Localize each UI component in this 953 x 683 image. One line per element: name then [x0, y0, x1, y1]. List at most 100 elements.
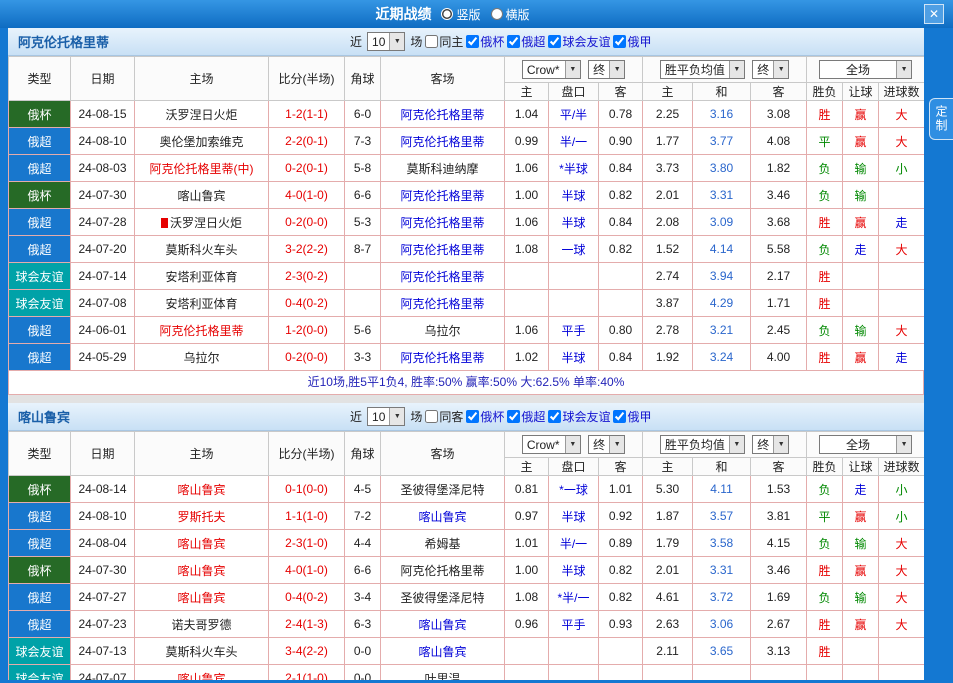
- home-team[interactable]: 喀山鲁宾: [135, 530, 269, 557]
- match-score[interactable]: 4-0(1-0): [269, 557, 345, 584]
- avg-final-select[interactable]: 终▼: [752, 435, 789, 454]
- vertical-radio[interactable]: [441, 8, 453, 20]
- result-goals: 大: [879, 611, 924, 638]
- layout-horizontal-option[interactable]: 横版: [491, 6, 530, 23]
- home-team[interactable]: 莫斯科火车头: [135, 638, 269, 665]
- avg-win-odds: 1.52: [643, 236, 693, 263]
- away-team[interactable]: 圣彼得堡泽尼特: [381, 476, 505, 503]
- layout-vertical-option[interactable]: 竖版: [441, 6, 480, 23]
- home-team[interactable]: 沃罗涅日火炬: [135, 209, 269, 236]
- match-score[interactable]: 4-0(1-0): [269, 182, 345, 209]
- away-team[interactable]: 圣彼得堡泽尼特: [381, 584, 505, 611]
- home-team[interactable]: 喀山鲁宾: [135, 557, 269, 584]
- home-team[interactable]: 喀山鲁宾: [135, 665, 269, 681]
- away-team[interactable]: 阿克伦托格里蒂: [381, 101, 505, 128]
- match-score[interactable]: 2-3(1-0): [269, 530, 345, 557]
- result-handicap: 赢: [843, 209, 879, 236]
- league-cup-checkbox[interactable]: [466, 35, 479, 48]
- match-score[interactable]: 1-1(1-0): [269, 503, 345, 530]
- home-team[interactable]: 喀山鲁宾: [135, 476, 269, 503]
- match-score[interactable]: 0-2(0-0): [269, 344, 345, 371]
- league-filter-super[interactable]: 俄超: [507, 408, 545, 425]
- recent-count-select[interactable]: 10▼: [367, 407, 405, 426]
- match-score[interactable]: 0-1(0-0): [269, 476, 345, 503]
- league-filter-friendly[interactable]: 球会友谊: [548, 408, 610, 425]
- odds-final-select[interactable]: 终▼: [588, 60, 625, 79]
- away-team[interactable]: 阿克伦托格里蒂: [381, 209, 505, 236]
- away-team[interactable]: 莫斯科迪纳摩: [381, 155, 505, 182]
- away-team[interactable]: 乌拉尔: [381, 317, 505, 344]
- league-super-checkbox[interactable]: [507, 35, 520, 48]
- handicap-line: 平/半: [549, 101, 599, 128]
- same-venue-checkbox[interactable]: [425, 35, 438, 48]
- home-team[interactable]: 莫斯科火车头: [135, 236, 269, 263]
- home-team[interactable]: 乌拉尔: [135, 344, 269, 371]
- home-team[interactable]: 阿克伦托格里蒂: [135, 317, 269, 344]
- home-team[interactable]: 诺夫哥罗德: [135, 611, 269, 638]
- odds-final-select[interactable]: 终▼: [588, 435, 625, 454]
- match-score[interactable]: 3-4(2-2): [269, 638, 345, 665]
- away-team[interactable]: 阿克伦托格里蒂: [381, 344, 505, 371]
- home-team[interactable]: 罗斯托夫: [135, 503, 269, 530]
- away-team[interactable]: 喀山鲁宾: [381, 503, 505, 530]
- away-team[interactable]: 阿克伦托格里蒂: [381, 182, 505, 209]
- away-team[interactable]: 喀山鲁宾: [381, 638, 505, 665]
- league-filter-friendly[interactable]: 球会友谊: [548, 33, 610, 50]
- match-score[interactable]: 1-2(0-0): [269, 317, 345, 344]
- home-team[interactable]: 奥伦堡加索维克: [135, 128, 269, 155]
- away-team[interactable]: 阿克伦托格里蒂: [381, 128, 505, 155]
- odds-home: 1.08: [505, 584, 549, 611]
- recent-count-select[interactable]: 10▼: [367, 32, 405, 51]
- away-team[interactable]: 阿克伦托格里蒂: [381, 263, 505, 290]
- same-venue-checkbox[interactable]: [425, 410, 438, 423]
- league-super-checkbox[interactable]: [507, 410, 520, 423]
- match-score[interactable]: 2-3(0-2): [269, 263, 345, 290]
- match-score[interactable]: 2-4(1-3): [269, 611, 345, 638]
- league-friendly-checkbox[interactable]: [548, 410, 561, 423]
- match-score[interactable]: 0-4(0-2): [269, 290, 345, 317]
- league-filter-first[interactable]: 俄甲: [613, 33, 651, 50]
- scope-select[interactable]: 全场▼: [819, 60, 912, 79]
- corner-score: 7-2: [345, 503, 381, 530]
- home-team[interactable]: 沃罗涅日火炬: [135, 101, 269, 128]
- match-score[interactable]: 0-4(0-2): [269, 584, 345, 611]
- avg-final-select[interactable]: 终▼: [752, 60, 789, 79]
- avg-draw-odds: 3.94: [693, 263, 751, 290]
- away-team[interactable]: 喀山鲁宾: [381, 611, 505, 638]
- match-score[interactable]: 1-2(1-1): [269, 101, 345, 128]
- home-team[interactable]: 喀山鲁宾: [135, 584, 269, 611]
- same-venue-option[interactable]: 同客: [425, 408, 463, 425]
- bookmaker-select[interactable]: Crow*▼: [522, 60, 581, 79]
- bookmaker-select[interactable]: Crow*▼: [522, 435, 581, 454]
- league-cup-checkbox[interactable]: [466, 410, 479, 423]
- league-first-checkbox[interactable]: [613, 410, 626, 423]
- home-team[interactable]: 阿克伦托格里蒂(中): [135, 155, 269, 182]
- league-friendly-checkbox[interactable]: [548, 35, 561, 48]
- league-filter-first[interactable]: 俄甲: [613, 408, 651, 425]
- same-venue-option[interactable]: 同主: [425, 33, 463, 50]
- avg-odds-select[interactable]: 胜平负均值▼: [660, 60, 745, 79]
- close-button[interactable]: ✕: [924, 4, 944, 24]
- avg-odds-select[interactable]: 胜平负均值▼: [660, 435, 745, 454]
- match-score[interactable]: 2-1(1-0): [269, 665, 345, 681]
- away-team[interactable]: 叶里温: [381, 665, 505, 681]
- match-score[interactable]: 2-2(0-1): [269, 128, 345, 155]
- result-handicap: [843, 290, 879, 317]
- match-score[interactable]: 0-2(0-0): [269, 209, 345, 236]
- away-team[interactable]: 阿克伦托格里蒂: [381, 236, 505, 263]
- horizontal-radio[interactable]: [491, 8, 503, 20]
- home-team[interactable]: 喀山鲁宾: [135, 182, 269, 209]
- home-team[interactable]: 安塔利亚体育: [135, 263, 269, 290]
- match-score[interactable]: 3-2(2-2): [269, 236, 345, 263]
- away-team[interactable]: 希姆基: [381, 530, 505, 557]
- league-first-checkbox[interactable]: [613, 35, 626, 48]
- league-filter-cup[interactable]: 俄杯: [466, 33, 504, 50]
- away-team[interactable]: 阿克伦托格里蒂: [381, 557, 505, 584]
- league-filter-cup[interactable]: 俄杯: [466, 408, 504, 425]
- customize-side-tab[interactable]: 定制: [929, 98, 953, 140]
- league-filter-super[interactable]: 俄超: [507, 33, 545, 50]
- scope-select[interactable]: 全场▼: [819, 435, 912, 454]
- away-team[interactable]: 阿克伦托格里蒂: [381, 290, 505, 317]
- match-score[interactable]: 0-2(0-1): [269, 155, 345, 182]
- home-team[interactable]: 安塔利亚体育: [135, 290, 269, 317]
